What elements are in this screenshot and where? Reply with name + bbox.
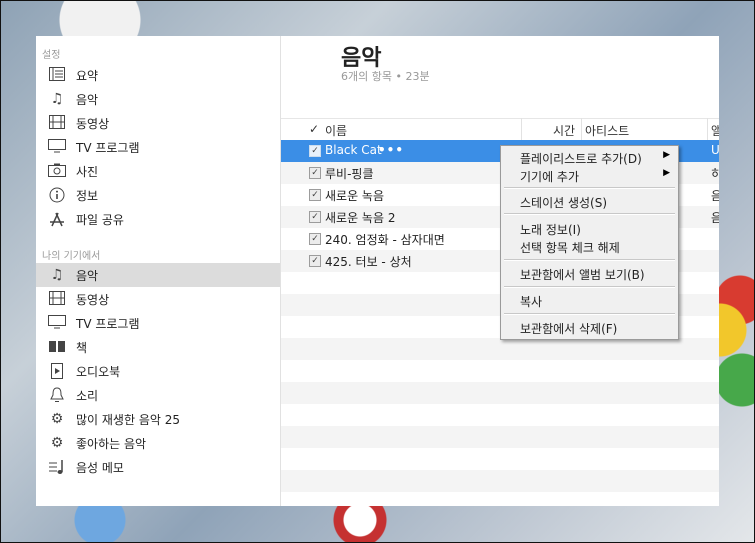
screenshot-border [0, 0, 755, 543]
